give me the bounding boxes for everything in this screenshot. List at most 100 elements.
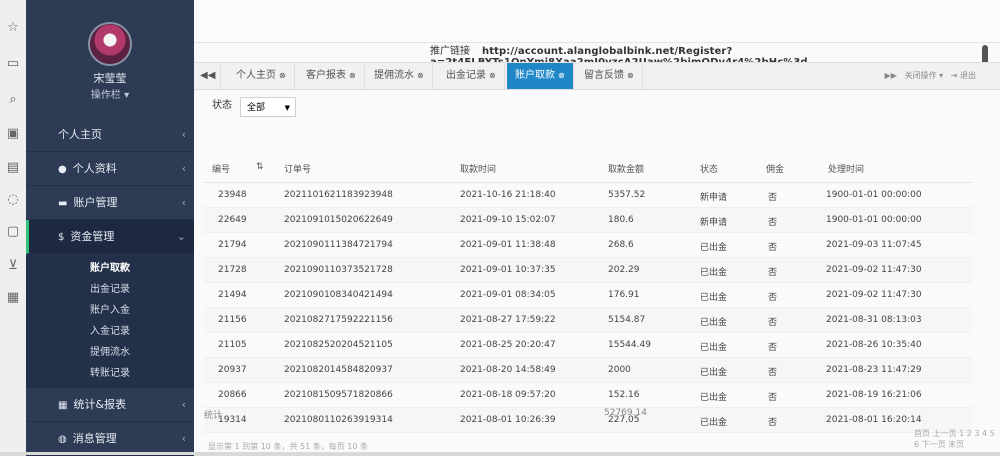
table-footer: 统计 52769.14	[204, 408, 647, 421]
submenu-item-commission[interactable]: 提佣流水	[26, 342, 194, 363]
main-content: 推广链接 http://account.alanglobalbink.net/Re…	[194, 0, 1000, 452]
funds-submenu: 账户取款 出金记录 账户入金 入金记录 提佣流水 转账记录	[26, 254, 194, 388]
close-icon[interactable]: ⊗	[279, 71, 286, 80]
close-ops-button[interactable]: 关闭操作	[905, 71, 937, 80]
tab-withdraw[interactable]: 账户取款 ⊗	[507, 63, 574, 89]
tab-commission[interactable]: 提佣流水 ⊗	[366, 63, 433, 89]
cell-time: 2021-09-01 10:37:35	[460, 265, 556, 275]
table-row[interactable]: 19314 2021080110263919314 2021-08-01 10:26…	[204, 408, 972, 433]
table-row[interactable]: 21105 2021082520204521105 2021-08-25 20:20…	[204, 333, 972, 358]
star-icon[interactable]: ☆	[5, 20, 21, 36]
caret-down-icon: ▾	[124, 90, 130, 101]
tab-label: 提佣流水	[374, 70, 414, 81]
cell-status: 已出金	[700, 268, 728, 278]
live-icon[interactable]: ▤	[5, 160, 21, 176]
translate-icon[interactable]: ▦	[5, 290, 21, 306]
book-icon[interactable]: ▭	[5, 56, 21, 72]
cell-order: 2021080110263919314	[284, 415, 393, 425]
close-icon[interactable]: ⊗	[558, 71, 565, 80]
cell-amount: 176.91	[608, 290, 640, 300]
sidebar-item-reports[interactable]: ▦ 统计&报表 ‹	[26, 388, 194, 422]
table-row[interactable]: 21794 2021090111384721794 2021-09-01 11:38…	[204, 233, 972, 258]
cell-order: 2021090108340421494	[284, 290, 393, 300]
column-header-order[interactable]: 订单号	[284, 162, 311, 175]
footer-label: 统计	[204, 411, 223, 421]
close-icon[interactable]: ⊗	[627, 71, 634, 80]
table-row[interactable]: 23948 2021101621183923948 2021-10-16 21:18…	[204, 183, 972, 208]
media-icon[interactable]: ▣	[5, 126, 21, 142]
cell-status: 已出金	[700, 318, 728, 328]
cell-commission: 否	[768, 418, 778, 428]
close-icon[interactable]: ⊗	[417, 71, 424, 80]
cell-status: 已出金	[700, 293, 728, 303]
column-header-status[interactable]: 状态	[700, 162, 718, 175]
cell-order: 2021101621183923948	[284, 190, 393, 200]
sidebar-item-funds[interactable]: $ 资金管理 ⌄	[26, 220, 194, 254]
cell-commission: 否	[768, 268, 778, 278]
cart-icon[interactable]: ⊻	[5, 258, 21, 274]
table-row[interactable]: 22649 2021091015020622649 2021-09-10 15:02…	[204, 208, 972, 233]
submenu-item-withdraw[interactable]: 账户取款	[26, 258, 194, 279]
table-row[interactable]: 20937 2021082014584820937 2021-08-20 14:58…	[204, 358, 972, 383]
sort-icon[interactable]: ⇅	[256, 162, 264, 172]
cell-commission: 否	[768, 243, 778, 253]
tab-scroll-right-icon[interactable]: ▶▶	[885, 71, 897, 80]
tab-withdraw-records[interactable]: 出金记录 ⊗	[438, 63, 505, 89]
cell-status: 新申请	[700, 218, 728, 228]
cell-order: 2021082717592221156	[284, 315, 393, 325]
search-icon[interactable]: ⌕	[5, 92, 21, 108]
close-icon[interactable]: ⊗	[349, 71, 356, 80]
dollar-icon: $	[58, 232, 65, 243]
table-row[interactable]: 21728 2021090110373521728 2021-09-01 10:37…	[204, 258, 972, 283]
sidebar-item-home[interactable]: 个人主页 ‹	[26, 118, 194, 152]
chevron-left-icon: ‹	[181, 162, 186, 175]
sidebar-item-account[interactable]: ▬ 账户管理 ‹	[26, 186, 194, 220]
avatar[interactable]	[90, 24, 130, 64]
cell-processed: 2021-08-01 16:20:14	[826, 415, 922, 425]
table-body: 23948 2021101621183923948 2021-10-16 21:18…	[204, 183, 972, 433]
pagination[interactable]: 首页 上一页 1 2 3 4 5 6 下一页 末页	[914, 428, 1000, 450]
submenu-item-transfer[interactable]: 转账记录	[26, 363, 194, 384]
box-icon[interactable]: ▢	[5, 224, 21, 240]
column-header-processed[interactable]: 处理时间	[828, 162, 864, 175]
column-header-amount[interactable]: 取款金额	[608, 162, 644, 175]
cell-id: 20937	[218, 365, 247, 375]
sidebar-item-label: 统计&报表	[73, 398, 127, 411]
logout-button[interactable]: 退出	[960, 71, 976, 80]
cell-amount: 2000	[608, 365, 631, 375]
close-icon[interactable]: ⊗	[489, 71, 496, 80]
table-row[interactable]: 20866 2021081509571820866 2021-08-18 09:57…	[204, 383, 972, 408]
submenu-item-withdraw-records[interactable]: 出金记录	[26, 279, 194, 300]
chevron-left-icon: ‹	[181, 128, 186, 141]
column-header-time[interactable]: 取款时间	[460, 162, 496, 175]
cell-id: 23948	[218, 190, 247, 200]
user-role-dropdown[interactable]: 操作栏 ▾	[26, 86, 194, 101]
cell-amount: 5357.52	[608, 190, 646, 200]
cell-id: 21105	[218, 340, 247, 350]
tab-scroll-left-icon[interactable]: ◀◀	[194, 63, 221, 89]
sidebar-item-messages[interactable]: ◍ 消息管理 ‹	[26, 422, 194, 456]
sidebar-item-profile[interactable]: ● 个人资料 ‹	[26, 152, 194, 186]
column-header-id[interactable]: 编号	[212, 162, 230, 175]
sidebar-item-label: 账户管理	[73, 196, 118, 209]
tab-feedback[interactable]: 留言反馈 ⊗	[576, 63, 643, 89]
submenu-item-deposit[interactable]: 账户入金	[26, 300, 194, 321]
tab-customer-report[interactable]: 客户报表 ⊗	[298, 63, 365, 89]
column-header-commission[interactable]: 佣金	[766, 162, 784, 175]
status-filter-label: 状态	[212, 100, 232, 111]
cell-id: 21794	[218, 240, 247, 250]
user-icon: ●	[58, 164, 67, 175]
tab-label: 账户取款	[515, 70, 555, 81]
chat-icon[interactable]: ◌	[5, 192, 21, 208]
chevron-left-icon: ‹	[181, 196, 186, 209]
table-row[interactable]: 21494 2021090108340421494 2021-09-01 08:34…	[204, 283, 972, 308]
tab-home[interactable]: 个人主页 ⊗	[228, 63, 295, 89]
cell-id: 19314	[218, 415, 247, 425]
table-row[interactable]: 21156 2021082717592221156 2021-08-27 17:59…	[204, 308, 972, 333]
cell-order: 2021090111384721794	[284, 240, 393, 250]
submenu-item-deposit-records[interactable]: 入金记录	[26, 321, 194, 342]
sidebar-menu: 个人主页 ‹ ● 个人资料 ‹ ▬ 账户管理 ‹ $ 资金管理 ⌄ 账户取款 出金记录 账户入…	[26, 118, 194, 456]
cell-processed: 2021-08-23 11:47:29	[826, 365, 922, 375]
status-select[interactable]: 全部 ▼	[240, 97, 296, 117]
cell-status: 已出金	[700, 393, 728, 403]
